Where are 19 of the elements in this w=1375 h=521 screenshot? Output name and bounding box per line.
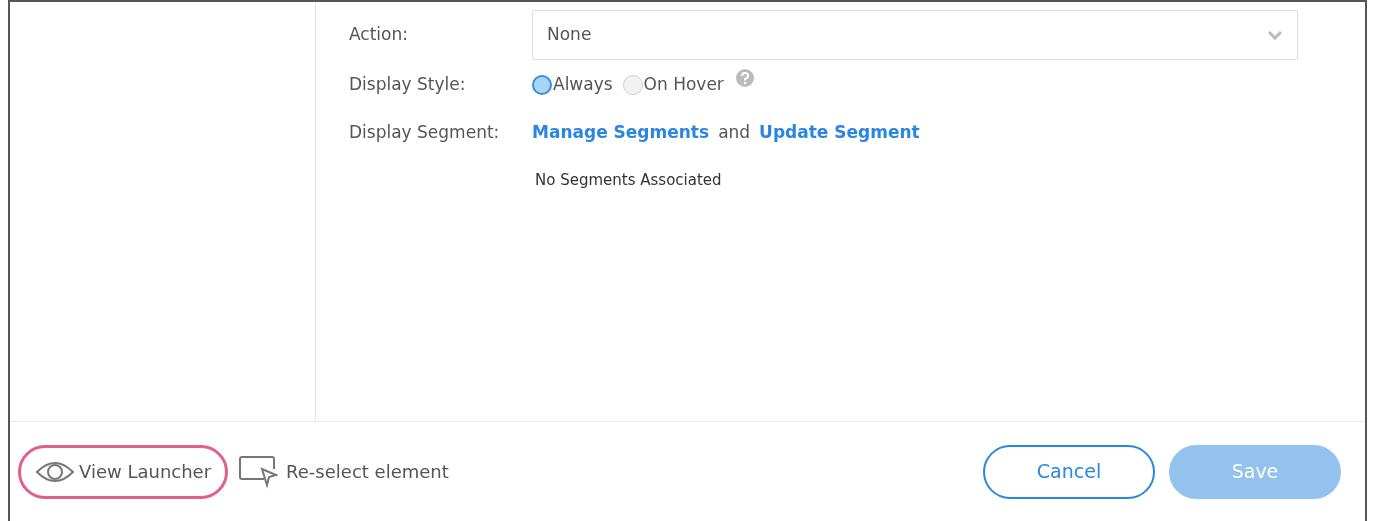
field-label: Action: [349,23,409,47]
joiner-text: and [718,121,751,145]
cursor-in-box-icon [238,454,279,489]
field-label: Display Segment: [349,121,501,145]
radio-button[interactable] [622,75,643,95]
radio-option[interactable]: On Hover [622,72,724,98]
no-segments-text: No Segments Associated [535,171,722,189]
radio-button[interactable] [532,75,552,95]
segment-link[interactable]: Manage Segments [532,120,710,146]
chevron-down-icon [1267,30,1283,40]
segment-link[interactable]: Update Segment [759,120,920,146]
eye-icon [35,459,75,484]
cancel-button[interactable]: Cancel [983,444,1155,499]
action-dropdown[interactable]: None [532,10,1298,60]
help-icon [735,69,754,87]
reselect-element-button[interactable]: Re-select element [238,454,449,489]
view-launcher-button[interactable]: View Launcher [18,444,229,499]
radio-option[interactable]: Always [532,72,613,98]
field-label: Display Style: [349,73,467,97]
